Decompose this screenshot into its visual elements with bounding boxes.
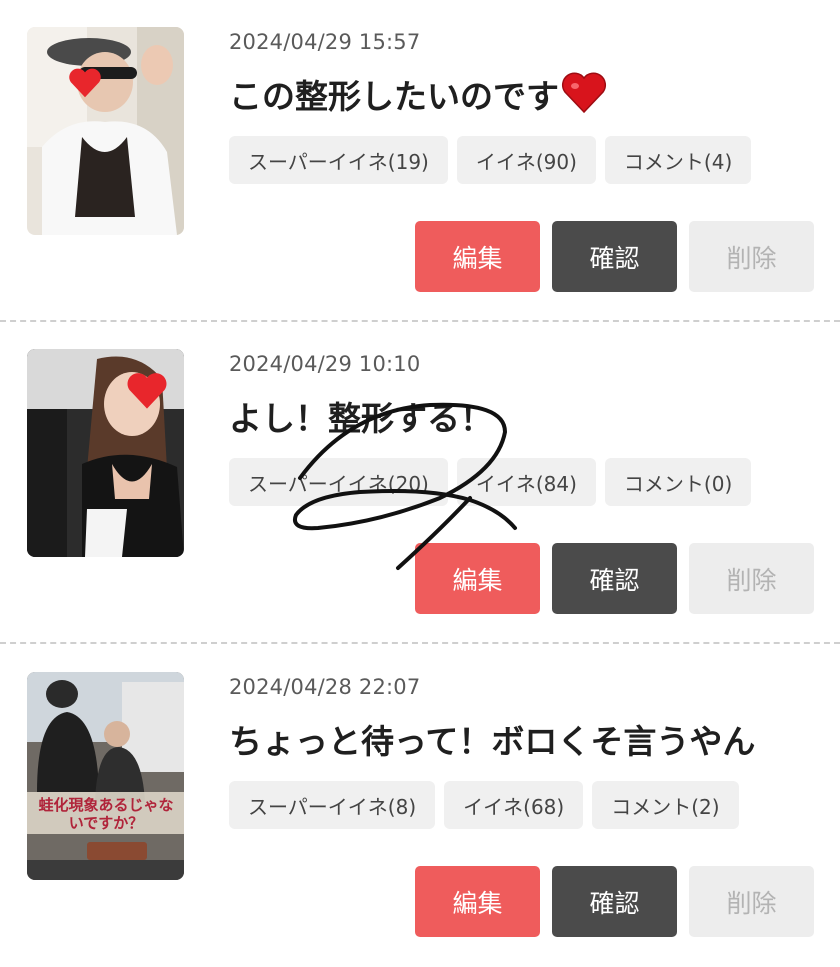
delete-button[interactable]: 削除 (689, 543, 814, 614)
post-title-text: この整形したいのです (229, 77, 559, 116)
edit-button[interactable]: 編集 (415, 221, 540, 292)
heart-sticker-icon (69, 68, 101, 98)
post-title-text: よし！整形する！ (229, 399, 493, 438)
like-chip[interactable]: イイネ(90) (456, 136, 596, 184)
post-thumbnail[interactable] (27, 349, 184, 557)
super-like-chip[interactable]: スーパーイイネ(8) (229, 781, 436, 829)
post-actions: 編集 確認 削除 (415, 866, 814, 937)
post-actions: 編集 確認 削除 (415, 543, 814, 614)
thumbnail-photo (27, 27, 184, 235)
thumbnail-caption: 蛙化現象あるじゃないですか？ (38, 796, 174, 832)
post-date: 2024/04/29 15:57 (229, 30, 421, 54)
confirm-button[interactable]: 確認 (552, 543, 677, 614)
confirm-button[interactable]: 確認 (552, 221, 677, 292)
delete-button[interactable]: 削除 (689, 866, 814, 937)
post-title: この整形したいのです (229, 70, 607, 118)
reaction-chips: スーパーイイネ(19) イイネ(90) コメント(4) (229, 136, 752, 184)
post-thumbnail[interactable]: 蛙化現象あるじゃないですか？ (27, 672, 184, 880)
reaction-chips: スーパーイイネ(20) イイネ(84) コメント(0) (229, 458, 752, 506)
comment-chip[interactable]: コメント(2) (592, 781, 739, 829)
comment-chip[interactable]: コメント(4) (604, 136, 752, 184)
post-thumbnail[interactable] (27, 27, 184, 235)
post-item: 2024/04/29 15:57 この整形したいのです スーパーイイネ(19) … (0, 0, 840, 322)
like-chip[interactable]: イイネ(84) (456, 458, 596, 506)
post-date: 2024/04/29 10:10 (229, 352, 421, 376)
edit-button[interactable]: 編集 (415, 866, 540, 937)
super-like-chip[interactable]: スーパーイイネ(20) (229, 458, 448, 506)
post-item: 2024/04/29 10:10 よし！整形する！ スーパーイイネ(20) イイ… (0, 322, 840, 644)
post-item: 蛙化現象あるじゃないですか？ 2024/04/28 22:07 ちょっと待って！… (0, 645, 840, 967)
post-actions: 編集 確認 削除 (415, 221, 814, 292)
reaction-chips: スーパーイイネ(8) イイネ(68) コメント(2) (229, 781, 739, 829)
heart-emoji-icon (561, 72, 607, 114)
dashed-divider (0, 642, 840, 644)
super-like-chip[interactable]: スーパーイイネ(19) (229, 136, 448, 184)
post-title: よし！整形する！ (229, 392, 493, 440)
delete-button[interactable]: 削除 (689, 221, 814, 292)
like-chip[interactable]: イイネ(68) (444, 781, 584, 829)
edit-button[interactable]: 編集 (415, 543, 540, 614)
heart-sticker-icon (127, 373, 167, 409)
thumbnail-photo (27, 672, 184, 880)
post-title: ちょっと待って！ボロくそ言うやん (229, 715, 755, 763)
comment-chip[interactable]: コメント(0) (604, 458, 752, 506)
post-date: 2024/04/28 22:07 (229, 675, 421, 699)
post-title-text: ちょっと待って！ボロくそ言うやん (229, 722, 756, 761)
confirm-button[interactable]: 確認 (552, 866, 677, 937)
